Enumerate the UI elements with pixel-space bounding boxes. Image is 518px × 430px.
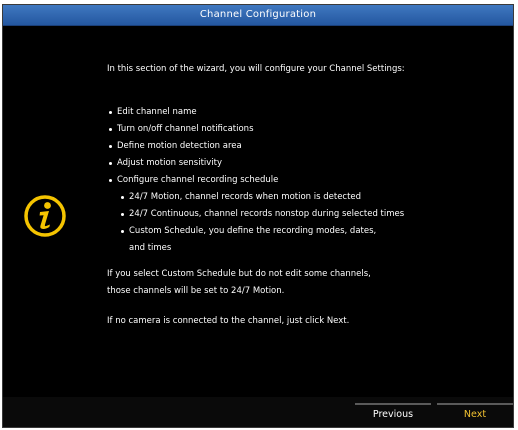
- bullet-edit-channel-name: Edit channel name: [109, 107, 197, 117]
- bullet-motion-detection-area: Define motion detection area: [109, 141, 242, 151]
- custom-schedule-note-line1: If you select Custom Schedule but do not…: [107, 269, 371, 279]
- channel-configuration-window: Channel Configuration In this section of…: [2, 4, 514, 428]
- sub-bullet-247-continuous: 24/7 Continuous, channel records nonstop…: [120, 209, 405, 219]
- sub-bullet-continuation: and times: [129, 243, 172, 253]
- wizard-content: In this section of the wizard, you will …: [3, 26, 513, 397]
- bullet-motion-sensitivity: Adjust motion sensitivity: [108, 158, 223, 168]
- window-title: Channel Configuration: [199, 9, 317, 20]
- previous-button[interactable]: Previous: [355, 403, 431, 425]
- title-bar: Channel Configuration: [3, 5, 513, 26]
- next-button[interactable]: Next: [437, 403, 513, 425]
- wizard-footer: Previous Next: [3, 397, 513, 427]
- bullet-recording-schedule: Configure channel recording schedule: [108, 175, 279, 185]
- custom-schedule-note-line2: those channels will be set to 24/7 Motio…: [107, 286, 285, 296]
- no-camera-note: If no camera is connected to the channel…: [107, 316, 350, 326]
- bullet-channel-notifications: Turn on/off channel notifications: [109, 124, 254, 134]
- sub-bullet-custom-schedule: Custom Schedule, you define the recordin…: [120, 226, 377, 236]
- sub-bullet-247-motion: 24/7 Motion, channel records when motion…: [120, 192, 362, 202]
- info-icon: [24, 195, 66, 237]
- intro-text: In this section of the wizard, you will …: [107, 64, 405, 74]
